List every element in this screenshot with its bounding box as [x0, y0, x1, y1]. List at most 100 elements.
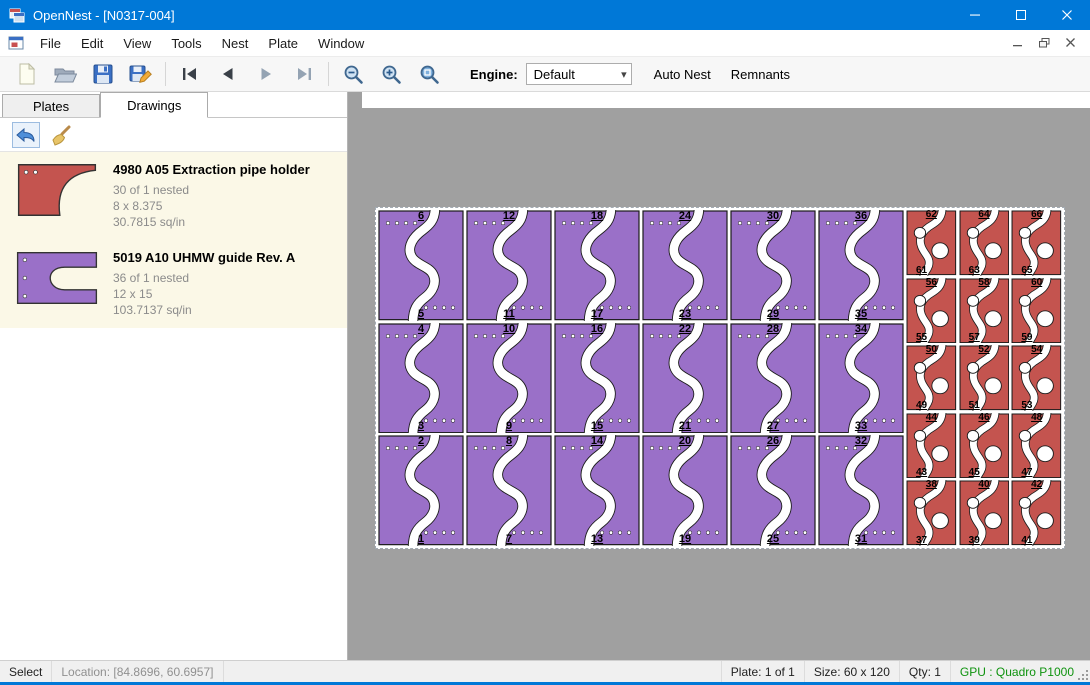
- part-number: 33: [818, 420, 904, 432]
- nest-cell-purple[interactable]: 24 23: [642, 210, 728, 321]
- menu-window[interactable]: Window: [308, 32, 374, 55]
- drawing-area: 30.7815 sq/in: [113, 214, 310, 230]
- nest-cell-purple[interactable]: 2 1: [378, 435, 464, 546]
- mdi-restore-button[interactable]: [1039, 38, 1050, 48]
- part-number: 1: [378, 533, 464, 545]
- nest-cell-purple[interactable]: 6 5: [378, 210, 464, 321]
- menu-nest[interactable]: Nest: [212, 32, 259, 55]
- status-size: Size: 60 x 120: [804, 661, 899, 682]
- nest-cell-red[interactable]: 60 59: [1011, 278, 1062, 344]
- nest-cell-purple[interactable]: 14 13: [554, 435, 640, 546]
- chevron-down-icon: ▾: [621, 68, 627, 81]
- sidebar: Plates Drawings: [0, 92, 348, 660]
- nest-cell-purple[interactable]: 22 21: [642, 323, 728, 434]
- part-number: 53: [1021, 400, 1032, 411]
- nest-cell-purple[interactable]: 20 19: [642, 435, 728, 546]
- nest-cell-purple[interactable]: 28 27: [730, 323, 816, 434]
- menu-tools[interactable]: Tools: [161, 32, 211, 55]
- nest-cell-red[interactable]: 56 55: [906, 278, 957, 344]
- new-button[interactable]: [8, 59, 46, 89]
- status-gpu: GPU : Quadro P1000: [950, 661, 1090, 682]
- auto-nest-button[interactable]: Auto Nest: [648, 63, 717, 86]
- tab-drawings[interactable]: Drawings: [100, 92, 208, 118]
- part-number: 65: [1021, 265, 1032, 276]
- nest-cell-purple[interactable]: 10 9: [466, 323, 552, 434]
- nest-cell-purple[interactable]: 32 31: [818, 435, 904, 546]
- menu-file[interactable]: File: [30, 32, 71, 55]
- nest-cell-purple[interactable]: 36 35: [818, 210, 904, 321]
- nest-cell-purple[interactable]: 16 15: [554, 323, 640, 434]
- nest-cell-red[interactable]: 62 61: [906, 210, 957, 276]
- maximize-button[interactable]: [998, 0, 1044, 30]
- part-number: 42: [1011, 479, 1062, 490]
- sidebar-toolbar: [0, 118, 347, 152]
- menu-plate[interactable]: Plate: [258, 32, 308, 55]
- nest-cell-red[interactable]: 44 43: [906, 413, 957, 479]
- nest-cell-red[interactable]: 48 47: [1011, 413, 1062, 479]
- title-bar: OpenNest - [N0317-004]: [0, 0, 1090, 30]
- clean-button[interactable]: [47, 122, 75, 148]
- part-number: 35: [818, 308, 904, 320]
- zoom-out-button[interactable]: [334, 59, 372, 89]
- save-button[interactable]: [84, 59, 122, 89]
- drawing-size: 12 x 15: [113, 286, 295, 302]
- menu-bar: File Edit View Tools Nest Plate Window: [0, 30, 1090, 56]
- part-number: 48: [1011, 412, 1062, 423]
- part-number: 66: [1011, 209, 1062, 220]
- menu-view[interactable]: View: [113, 32, 161, 55]
- nest-cell-red[interactable]: 42 41: [1011, 480, 1062, 546]
- part-number: 64: [959, 209, 1010, 220]
- mdi-minimize-button[interactable]: [1013, 38, 1023, 48]
- nest-cell-purple[interactable]: 18 17: [554, 210, 640, 321]
- part-number: 60: [1011, 277, 1062, 288]
- drawing-item-extraction-pipe-holder[interactable]: 4980 A05 Extraction pipe holder 30 of 1 …: [0, 152, 347, 240]
- part-number: 11: [466, 308, 552, 320]
- engine-select[interactable]: Default ▾: [526, 63, 632, 85]
- menu-edit[interactable]: Edit: [71, 32, 113, 55]
- purple-parts-area: 6 5 12 11 18 17 24 23 30 29: [378, 210, 904, 546]
- return-parts-button[interactable]: [12, 122, 40, 148]
- nest-cell-red[interactable]: 46 45: [959, 413, 1010, 479]
- nest-cell-purple[interactable]: 26 25: [730, 435, 816, 546]
- nest-cell-purple[interactable]: 34 33: [818, 323, 904, 434]
- previous-plate-button[interactable]: [209, 59, 247, 89]
- remnants-button[interactable]: Remnants: [725, 63, 796, 86]
- minimize-button[interactable]: [952, 0, 998, 30]
- document-icon[interactable]: [8, 36, 24, 50]
- nest-cell-purple[interactable]: 30 29: [730, 210, 816, 321]
- part-number: 63: [969, 265, 980, 276]
- nest-cell-red[interactable]: 66 65: [1011, 210, 1062, 276]
- plate[interactable]: 6 5 12 11 18 17 24 23 30 29: [375, 207, 1065, 549]
- tab-plates[interactable]: Plates: [2, 94, 100, 117]
- zoom-fit-button[interactable]: [410, 59, 448, 89]
- toolbar-separator: [165, 62, 166, 86]
- mdi-close-button[interactable]: [1066, 38, 1076, 48]
- zoom-in-button[interactable]: [372, 59, 410, 89]
- nest-cell-red[interactable]: 38 37: [906, 480, 957, 546]
- save-as-button[interactable]: [122, 59, 160, 89]
- last-plate-button[interactable]: [285, 59, 323, 89]
- nest-cell-red[interactable]: 58 57: [959, 278, 1010, 344]
- open-button[interactable]: [46, 59, 84, 89]
- part-number: 40: [959, 479, 1010, 490]
- part-number: 51: [969, 400, 980, 411]
- close-button[interactable]: [1044, 0, 1090, 30]
- part-number: 59: [1021, 332, 1032, 343]
- engine-label: Engine:: [470, 67, 518, 82]
- nest-canvas[interactable]: 6 5 12 11 18 17 24 23 30 29: [348, 92, 1090, 660]
- zoom-out-icon: [342, 63, 364, 85]
- nest-cell-red[interactable]: 52 51: [959, 345, 1010, 411]
- nest-cell-purple[interactable]: 4 3: [378, 323, 464, 434]
- resize-grip[interactable]: [1078, 670, 1089, 681]
- toolbar: Engine: Default ▾ Auto Nest Remnants: [0, 56, 1090, 92]
- nest-cell-red[interactable]: 54 53: [1011, 345, 1062, 411]
- first-plate-button[interactable]: [171, 59, 209, 89]
- drawing-list: 4980 A05 Extraction pipe holder 30 of 1 …: [0, 152, 347, 328]
- drawing-item-uhmw-guide[interactable]: 5019 A10 UHMW guide Rev. A 36 of 1 neste…: [0, 240, 347, 328]
- nest-cell-purple[interactable]: 8 7: [466, 435, 552, 546]
- nest-cell-red[interactable]: 50 49: [906, 345, 957, 411]
- nest-cell-red[interactable]: 40 39: [959, 480, 1010, 546]
- next-plate-button[interactable]: [247, 59, 285, 89]
- nest-cell-red[interactable]: 64 63: [959, 210, 1010, 276]
- nest-cell-purple[interactable]: 12 11: [466, 210, 552, 321]
